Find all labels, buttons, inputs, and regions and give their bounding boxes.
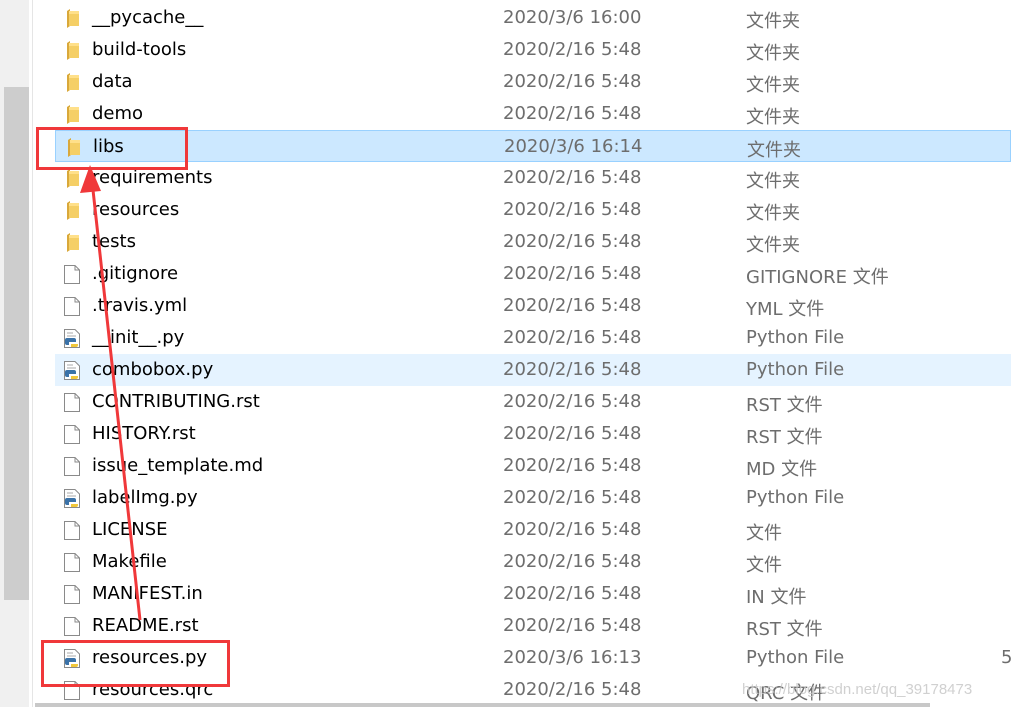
annotation-arrow <box>80 165 142 621</box>
watermark: https://blog.csdn.net/qq_39178473 <box>742 681 973 698</box>
